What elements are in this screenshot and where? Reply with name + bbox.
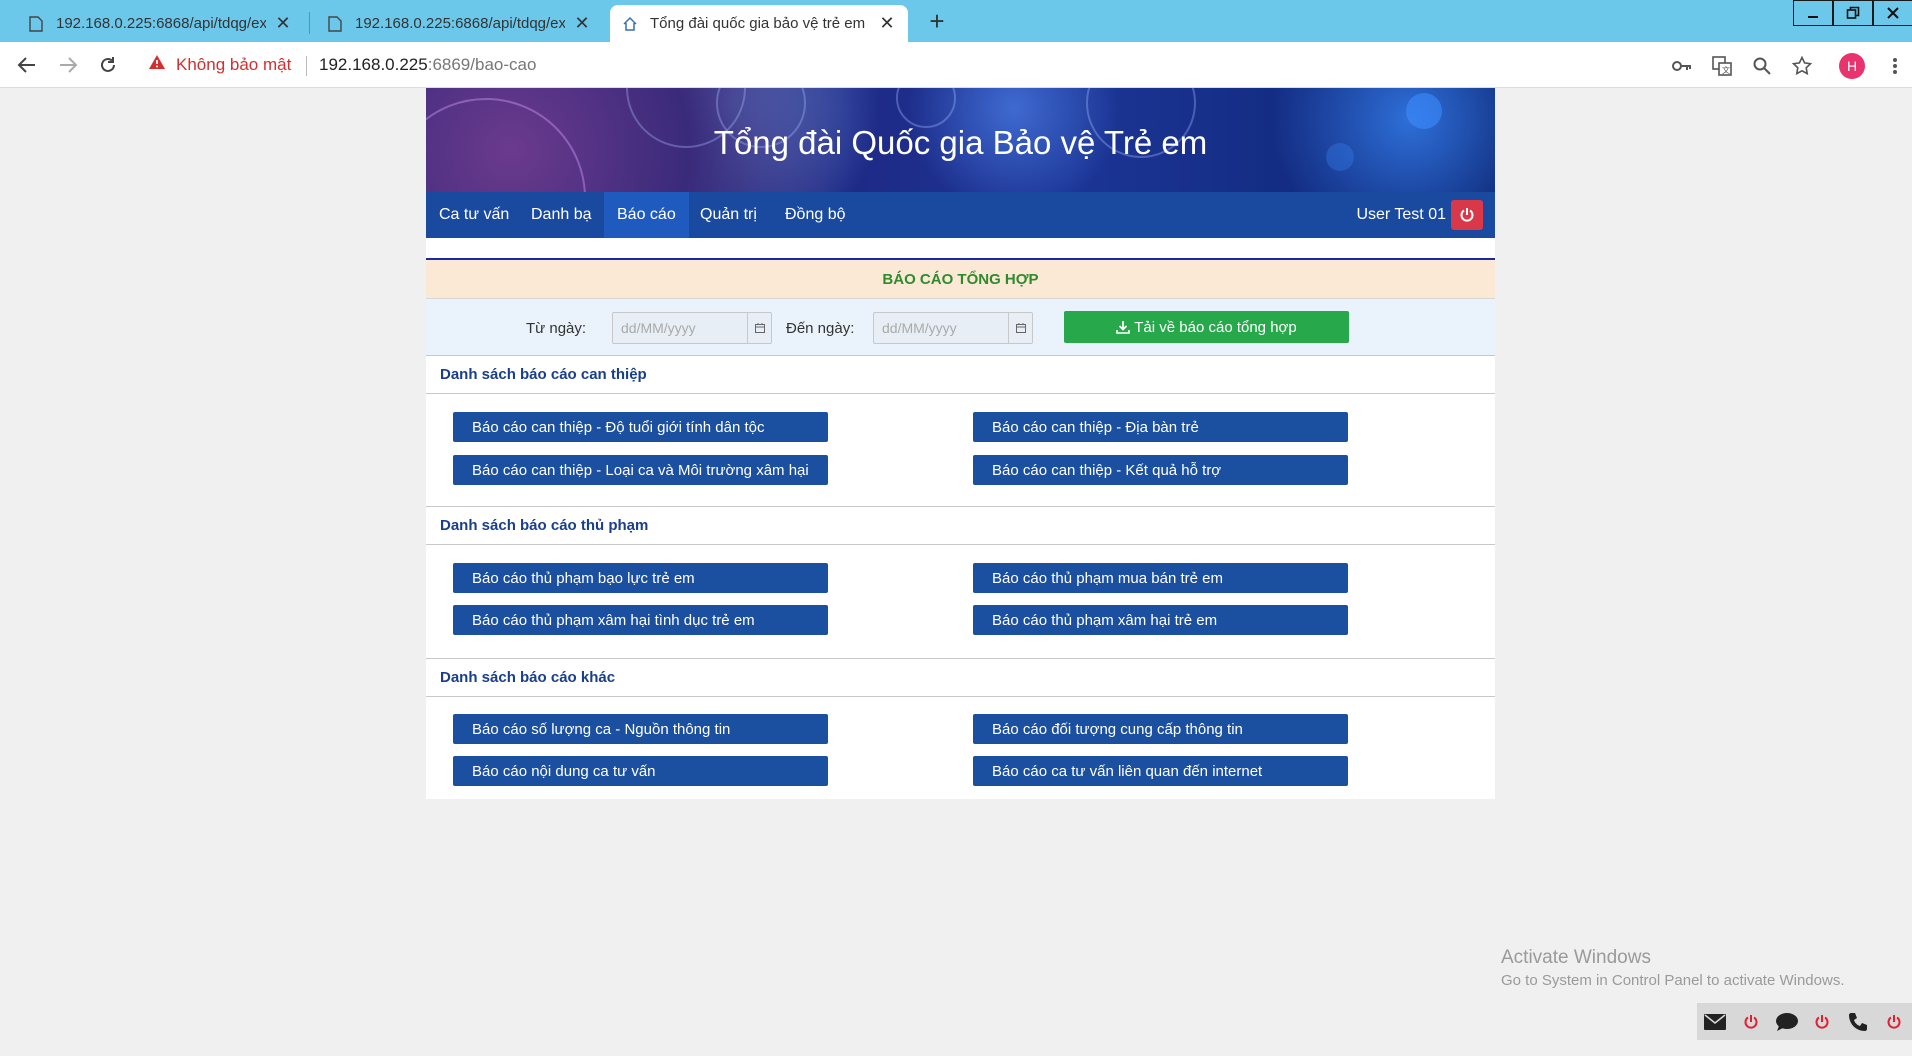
report-heading: BÁO CÁO TỔNG HỢP (426, 258, 1495, 298)
page-icon (327, 15, 343, 32)
group-title-khac: Danh sách báo cáo khác (426, 659, 1495, 697)
close-icon[interactable]: ✕ (573, 13, 591, 34)
logout-button[interactable] (1451, 200, 1483, 230)
group-title-thu-pham: Danh sách báo cáo thủ phạm (426, 507, 1495, 545)
calendar-icon[interactable] (1008, 313, 1032, 343)
from-date-placeholder: dd/MM/yyyy (621, 320, 696, 336)
close-icon[interactable]: ✕ (878, 13, 896, 34)
svg-text:文: 文 (1722, 65, 1730, 75)
restore-button[interactable] (1833, 0, 1873, 26)
site-banner: Tổng đài Quốc gia Bảo vệ Trẻ em (426, 88, 1495, 192)
power-icon[interactable] (1804, 1003, 1840, 1040)
calendar-icon[interactable] (747, 313, 771, 343)
browser-tab-1[interactable]: 192.168.0.225:6868/api/tdqg/ext ✕ (16, 5, 304, 42)
close-icon[interactable]: ✕ (274, 13, 292, 34)
nav-item-ca-tu-van[interactable]: Ca tư vấn (426, 192, 522, 238)
back-button[interactable] (13, 52, 41, 78)
report-button[interactable]: Báo cáo can thiệp - Kết quả hỗ trợ (973, 455, 1348, 485)
tab-divider (309, 12, 310, 34)
zoom-icon[interactable] (1750, 54, 1774, 78)
url-field[interactable]: 192.168.0.225:6869/bao-cao (319, 55, 536, 75)
kebab-menu-icon[interactable] (1883, 54, 1907, 78)
security-label: Không bảo mật (176, 54, 292, 74)
new-tab-button[interactable]: + (922, 6, 952, 37)
activation-watermark-text: Go to System in Control Panel to activat… (1501, 972, 1845, 989)
address-bar: Không bảo mật 192.168.0.225:6869/bao-cao… (0, 42, 1912, 88)
banner-decoration (896, 88, 956, 128)
key-icon[interactable] (1670, 54, 1694, 78)
report-button[interactable]: Báo cáo nội dung ca tư vấn (453, 756, 828, 786)
star-icon[interactable] (1790, 54, 1814, 78)
activation-watermark-title: Activate Windows (1501, 947, 1651, 968)
address-divider (306, 56, 307, 76)
close-window-button[interactable] (1873, 0, 1912, 26)
download-summary-button[interactable]: Tải về báo cáo tổng hợp (1064, 311, 1349, 343)
browser-tab-title: 192.168.0.225:6868/api/tdqg/ext (355, 15, 565, 32)
site-title: Tổng đài Quốc gia Bảo vệ Trẻ em (713, 124, 1208, 161)
from-date-input[interactable]: dd/MM/yyyy (612, 312, 772, 344)
page-viewport: Tổng đài Quốc gia Bảo vệ Trẻ em Ca tư vấ… (0, 88, 1912, 1040)
nav-item-danh-ba[interactable]: Danh bạ (518, 192, 605, 238)
security-warning[interactable]: Không bảo mật (148, 54, 291, 75)
report-button[interactable]: Báo cáo thủ phạm mua bán trẻ em (973, 563, 1348, 593)
report-button[interactable]: Báo cáo số lượng ca - Nguồn thông tin (453, 714, 828, 744)
power-icon[interactable] (1733, 1003, 1769, 1040)
report-button[interactable]: Báo cáo can thiệp - Loại ca và Môi trườn… (453, 455, 828, 485)
report-button[interactable]: Báo cáo can thiệp - Địa bàn trẻ (973, 412, 1348, 442)
main-container: Tổng đài Quốc gia Bảo vệ Trẻ em Ca tư vấ… (426, 88, 1495, 799)
report-button[interactable]: Báo cáo can thiệp - Độ tuổi giới tính dâ… (453, 412, 828, 442)
browser-tab-2[interactable]: 192.168.0.225:6868/api/tdqg/ext ✕ (315, 5, 603, 42)
main-navbar: Ca tư vấn Danh bạ Báo cáo Quản trị Đồng … (426, 192, 1495, 238)
to-date-label: Đến ngày: (786, 320, 855, 337)
home-icon (622, 16, 638, 32)
nav-item-bao-cao[interactable]: Báo cáo (604, 192, 689, 238)
nav-item-quan-tri[interactable]: Quản trị (687, 192, 770, 238)
browser-tab-title: Tổng đài quốc gia bảo vệ trẻ em (650, 15, 866, 32)
group-title-can-thiep: Danh sách báo cáo can thiệp (426, 356, 1495, 394)
power-icon[interactable] (1876, 1003, 1912, 1040)
chat-icon[interactable] (1769, 1003, 1805, 1040)
report-button[interactable]: Báo cáo thủ phạm bạo lực trẻ em (453, 563, 828, 593)
nav-item-dong-bo[interactable]: Đồng bộ (772, 192, 859, 238)
phone-icon[interactable] (1840, 1003, 1876, 1040)
floating-contact-dock (1697, 1003, 1912, 1040)
report-button[interactable]: Báo cáo thủ phạm xâm hại tình dục trẻ em (453, 605, 828, 635)
download-icon (1116, 321, 1131, 334)
mail-icon[interactable] (1697, 1003, 1733, 1040)
warning-icon (148, 54, 166, 75)
page-icon (28, 15, 44, 32)
forward-button[interactable] (54, 52, 82, 78)
minimize-button[interactable] (1793, 0, 1833, 26)
window-controls (1793, 0, 1912, 28)
reload-button[interactable] (94, 52, 122, 78)
browser-tab-3[interactable]: Tổng đài quốc gia bảo vệ trẻ em ✕ (610, 5, 908, 42)
translate-icon[interactable]: 文 (1710, 54, 1734, 78)
report-button[interactable]: Báo cáo ca tư vấn liên quan đến internet (973, 756, 1348, 786)
from-date-label: Từ ngày: (526, 320, 587, 337)
url-path: :6869/bao-cao (427, 55, 537, 74)
browser-tab-title: 192.168.0.225:6868/api/tdqg/ext (56, 15, 266, 32)
report-button[interactable]: Báo cáo đối tượng cung cấp thông tin (973, 714, 1348, 744)
bottom-strip (0, 1040, 1912, 1056)
power-icon (1460, 208, 1474, 222)
download-label: Tải về báo cáo tổng hợp (1134, 318, 1297, 336)
url-host: 192.168.0.225 (319, 55, 428, 74)
to-date-placeholder: dd/MM/yyyy (882, 320, 957, 336)
date-filter-bar: Từ ngày: dd/MM/yyyy Đến ngày: dd/MM/yyyy… (426, 298, 1495, 356)
to-date-input[interactable]: dd/MM/yyyy (873, 312, 1033, 344)
report-button[interactable]: Báo cáo thủ phạm xâm hại trẻ em (973, 605, 1348, 635)
user-name[interactable]: User Test 01 (1356, 206, 1446, 224)
browser-tab-bar: 192.168.0.225:6868/api/tdqg/ext ✕ 192.16… (0, 0, 1912, 42)
profile-avatar[interactable]: H (1839, 53, 1865, 79)
